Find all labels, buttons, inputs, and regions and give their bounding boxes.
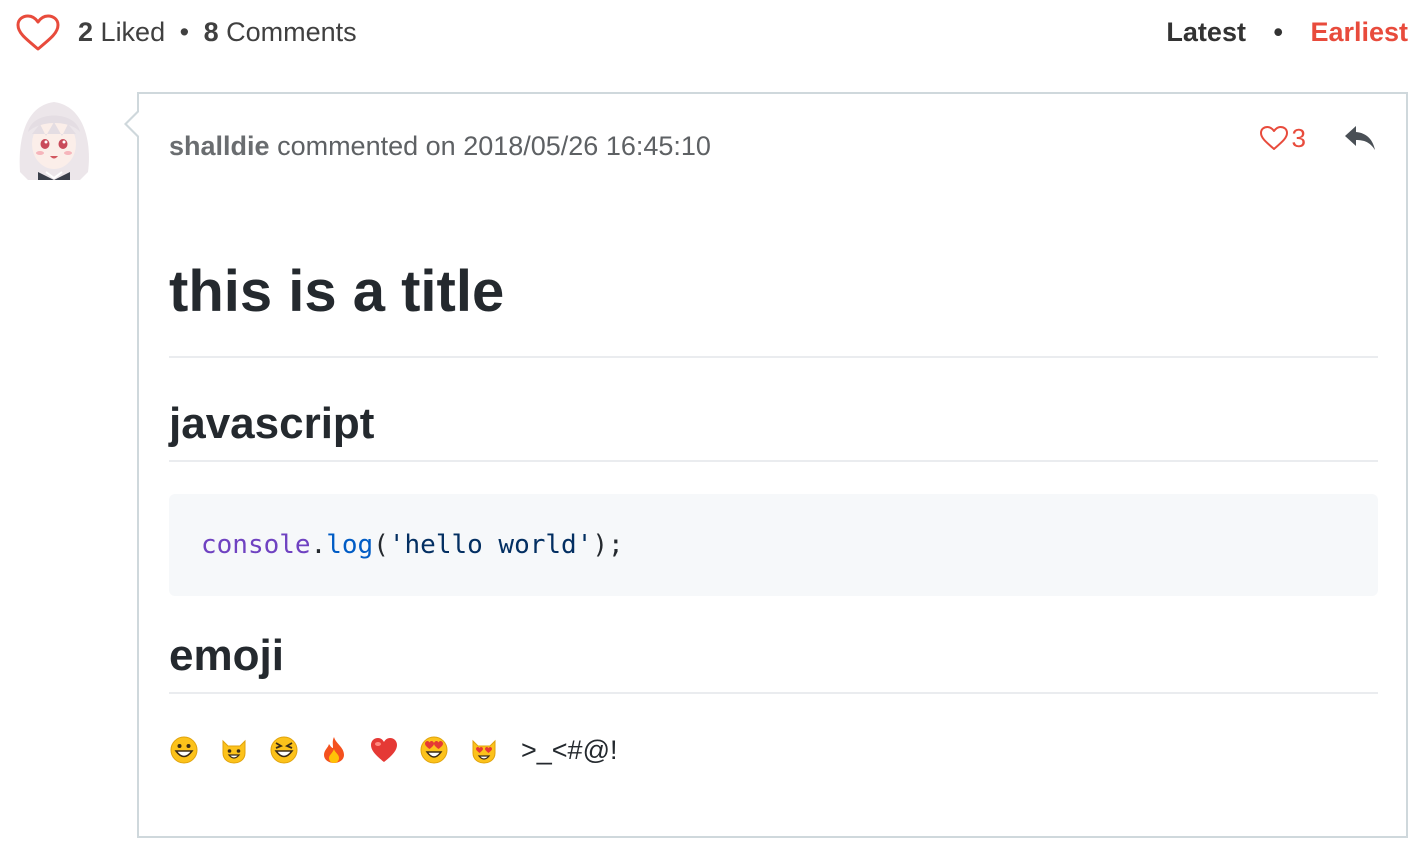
comments-label: Comments <box>226 17 357 47</box>
sort-latest-link[interactable]: Latest <box>1166 17 1246 47</box>
emoji-text: >_<#@! <box>521 735 618 765</box>
red-heart-icon <box>369 735 399 765</box>
markdown-title: this is a title <box>169 252 1378 358</box>
smiley-cat-icon <box>219 735 249 765</box>
comment-card: shalldie commented on 2018/05/26 16:45:1… <box>124 92 1408 838</box>
code-token-open-paren: ( <box>373 530 389 560</box>
commented-on-label: commented on <box>277 131 456 161</box>
markdown-heading-javascript: javascript <box>169 394 1378 462</box>
laughing-face-icon <box>269 735 299 765</box>
code-token-dot: . <box>310 530 327 560</box>
heart-eyes-face-icon <box>419 735 449 765</box>
fire-icon <box>319 735 349 765</box>
comment-meta: shalldie commented on 2018/05/26 16:45:1… <box>169 128 711 164</box>
sort-separator-dot: • <box>1273 17 1283 47</box>
separator-dot: • <box>179 17 190 47</box>
emoji-line: >_<#@! <box>169 732 1378 768</box>
code-token-object: console <box>201 530 311 560</box>
comment-body: this is a title javascript console.log('… <box>169 184 1378 768</box>
comments-header: 2 Liked • 8 Comments Latest • Earliest <box>0 0 1426 66</box>
comment-like-button[interactable]: 3 <box>1259 123 1306 154</box>
comment-actions: 3 <box>1259 120 1378 156</box>
code-token-close: ); <box>592 530 624 560</box>
comment-timestamp: 2018/05/26 16:45:10 <box>463 131 711 161</box>
comment-author[interactable]: shalldie <box>169 131 270 161</box>
code-block: console.log('hello world'); <box>169 494 1378 596</box>
liked-label: Liked <box>100 17 166 47</box>
comment-stats: 2 Liked • 8 Comments <box>78 14 357 50</box>
sort-earliest-link[interactable]: Earliest <box>1310 17 1408 47</box>
markdown-heading-emoji: emoji <box>169 626 1378 694</box>
comment-like-count: 3 <box>1291 122 1306 153</box>
heart-eyes-cat-icon <box>469 735 499 765</box>
avatar[interactable] <box>10 92 98 180</box>
heart-outline-icon[interactable] <box>16 14 60 52</box>
code-token-function: log <box>326 530 374 560</box>
sort-options: Latest • Earliest <box>1166 14 1408 50</box>
comments-count: 8 <box>203 17 219 47</box>
reply-icon[interactable] <box>1342 123 1378 153</box>
liked-count: 2 <box>78 17 94 47</box>
grinning-face-icon <box>169 735 199 765</box>
code-token-string: 'hello world' <box>388 530 593 560</box>
heart-outline-icon <box>1259 126 1288 150</box>
